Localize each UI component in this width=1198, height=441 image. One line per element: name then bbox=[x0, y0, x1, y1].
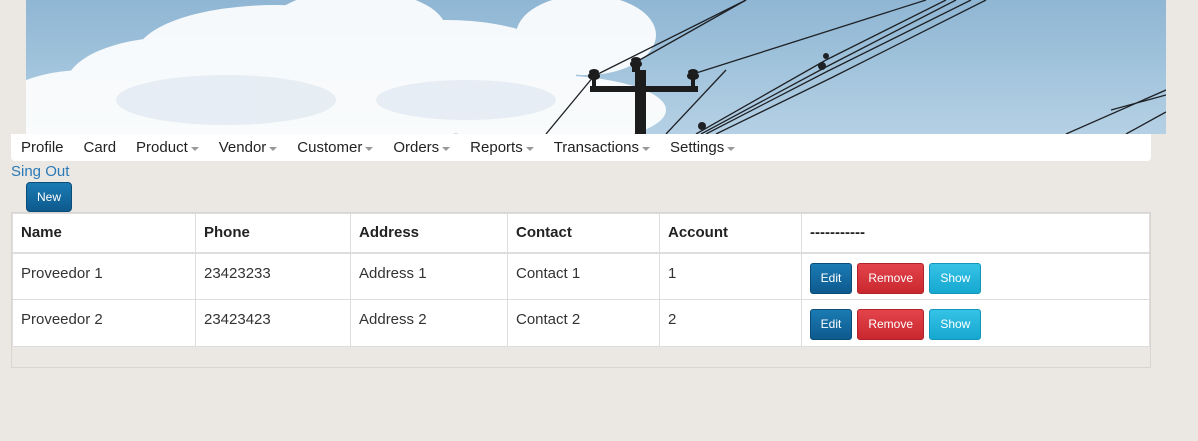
cell-account: 2 bbox=[659, 299, 802, 347]
cell-name: Proveedor 2 bbox=[12, 299, 196, 347]
caret-down-icon bbox=[525, 146, 534, 151]
nav-product-dropdown[interactable]: Product bbox=[126, 134, 209, 161]
nav-transactions-label: Transactions bbox=[553, 139, 640, 156]
vendor-table-container: Name Phone Address Contact Account -----… bbox=[11, 212, 1151, 368]
nav-orders-label: Orders bbox=[393, 139, 440, 156]
column-header-name: Name bbox=[12, 213, 196, 254]
remove-button[interactable]: Remove bbox=[857, 309, 925, 340]
nav-vendor-label: Vendor bbox=[218, 139, 267, 156]
column-header-phone: Phone bbox=[195, 213, 351, 254]
caret-down-icon bbox=[190, 146, 199, 151]
caret-down-icon bbox=[365, 146, 374, 151]
caret-down-icon bbox=[269, 146, 278, 151]
caret-down-icon bbox=[642, 146, 651, 151]
nav-card[interactable]: Card bbox=[74, 134, 127, 161]
cell-account: 1 bbox=[659, 252, 802, 300]
table-row: Proveedor 2 23423423 Address 2 Contact 2… bbox=[12, 299, 1150, 347]
nav-reports-label: Reports bbox=[470, 139, 523, 156]
cell-address: Address 1 bbox=[350, 252, 508, 300]
nav-reports-dropdown[interactable]: Reports bbox=[460, 134, 544, 161]
show-button[interactable]: Show bbox=[929, 262, 982, 294]
nav-settings-dropdown[interactable]: Settings bbox=[660, 134, 745, 161]
main-navbar: Profile Card Product Vendor Customer Ord… bbox=[11, 134, 1151, 161]
nav-profile[interactable]: Profile bbox=[11, 134, 74, 161]
edit-button[interactable]: Edit bbox=[810, 309, 852, 340]
cell-address: Address 2 bbox=[350, 299, 508, 347]
cell-contact: Contact 2 bbox=[507, 299, 660, 347]
power-lines-sky-image bbox=[26, 0, 1166, 134]
vendor-table: Name Phone Address Contact Account -----… bbox=[12, 213, 1150, 347]
nav-customer-label: Customer bbox=[297, 139, 363, 156]
column-header-account: Account bbox=[659, 213, 802, 254]
nav-vendor-dropdown[interactable]: Vendor bbox=[209, 134, 288, 161]
column-header-actions: ----------- bbox=[801, 213, 1150, 254]
cell-actions: Edit Remove Show bbox=[801, 299, 1150, 347]
nav-profile-label: Profile bbox=[21, 139, 64, 156]
table-header-row: Name Phone Address Contact Account -----… bbox=[12, 213, 1150, 254]
nav-card-label: Card bbox=[83, 139, 117, 156]
cell-contact: Contact 1 bbox=[507, 252, 660, 300]
column-header-contact: Contact bbox=[507, 213, 660, 254]
caret-down-icon bbox=[727, 146, 736, 151]
cell-actions: Edit Remove Show bbox=[801, 252, 1150, 300]
column-header-address: Address bbox=[350, 213, 508, 254]
table-row: Proveedor 1 23423233 Address 1 Contact 1… bbox=[12, 252, 1150, 300]
show-button[interactable]: Show bbox=[929, 309, 982, 340]
caret-down-icon bbox=[442, 146, 451, 151]
cell-name: Proveedor 1 bbox=[12, 252, 196, 300]
nav-product-label: Product bbox=[136, 139, 188, 156]
cell-phone: 23423233 bbox=[195, 252, 351, 300]
cell-phone: 23423423 bbox=[195, 299, 351, 347]
nav-customer-dropdown[interactable]: Customer bbox=[287, 134, 383, 161]
nav-settings-label: Settings bbox=[670, 139, 725, 156]
remove-button[interactable]: Remove bbox=[857, 262, 925, 294]
nav-transactions-dropdown[interactable]: Transactions bbox=[544, 134, 660, 161]
header-banner-image bbox=[26, 0, 1166, 134]
new-vendor-button[interactable]: New bbox=[26, 182, 72, 212]
edit-button[interactable]: Edit bbox=[810, 262, 852, 294]
nav-orders-dropdown[interactable]: Orders bbox=[383, 134, 460, 161]
sign-out-link[interactable]: Sing Out bbox=[11, 163, 69, 180]
